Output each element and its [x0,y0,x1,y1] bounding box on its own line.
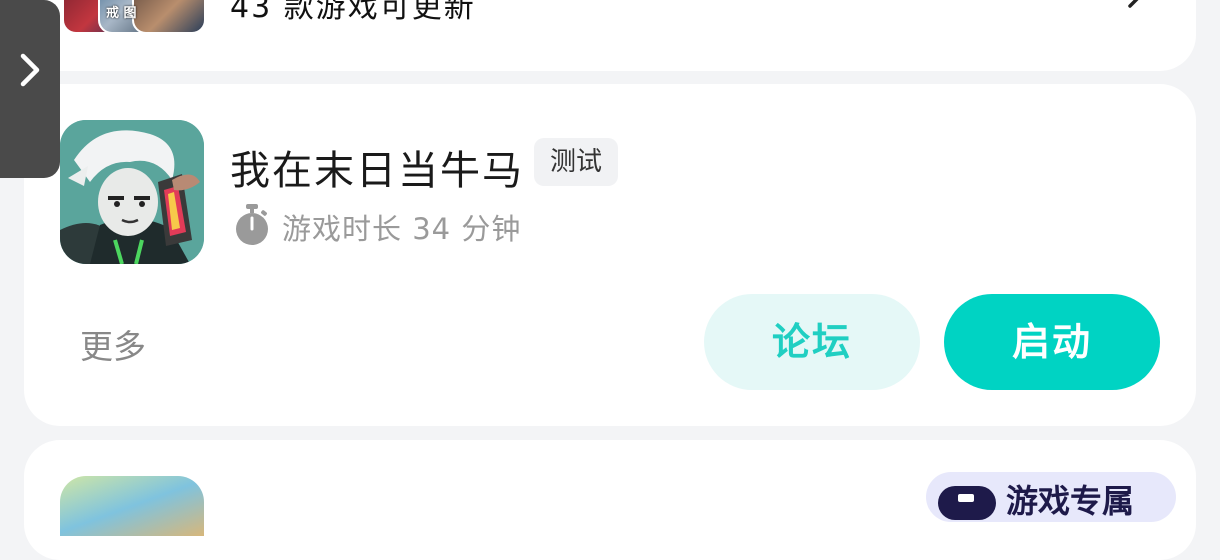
update-thumbnails: 戒 图 [62,0,206,34]
game-title: 我在末日当牛马 [230,148,524,194]
start-button[interactable]: 启动 [944,294,1160,390]
gamepad-icon [938,486,996,520]
more-link[interactable]: 更多 [80,320,146,368]
game-thumbnail [132,0,206,34]
game-art [60,120,204,264]
playtime-text: 游戏时长 34 分钟 [282,212,522,246]
updates-count-text: 43 款游戏可更新 [230,0,476,25]
arrow-icon[interactable] [1126,0,1152,10]
exclusive-badge-label: 游戏专属 [1006,482,1135,520]
stopwatch-icon [236,204,268,245]
test-tag: 测试 [534,138,618,186]
chevron-right-icon [20,53,40,87]
side-expand-tab[interactable] [0,0,60,178]
forum-button[interactable]: 论坛 [704,294,920,390]
thumbnail-label: 戒 图 [106,6,137,21]
game-icon[interactable] [60,476,204,536]
game-icon[interactable] [60,120,204,264]
